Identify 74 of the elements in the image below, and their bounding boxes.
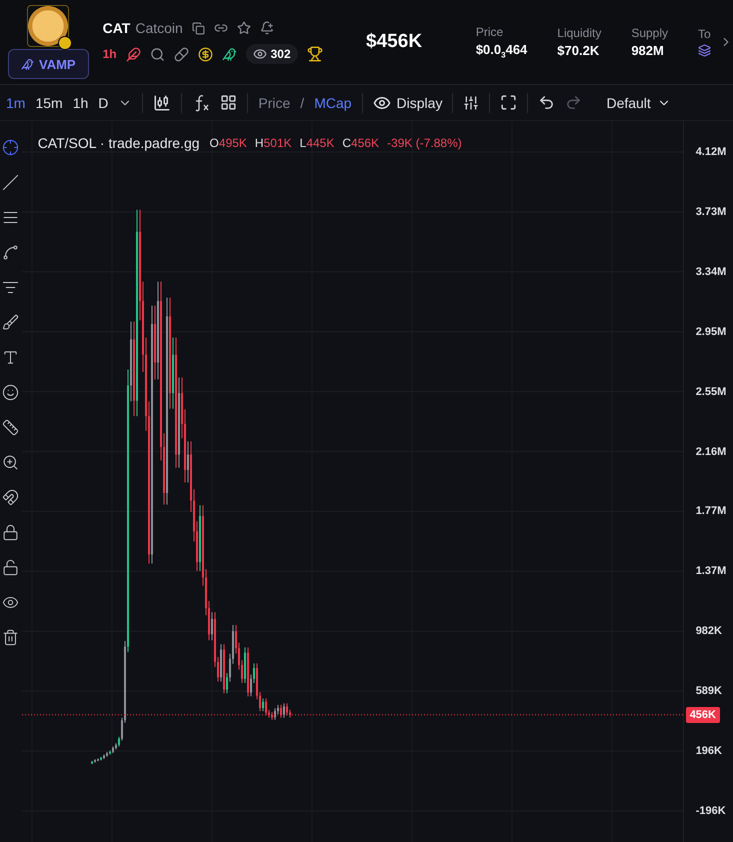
price-mcap-toggle[interactable]: / xyxy=(300,94,304,110)
interval-tab[interactable]: 1h xyxy=(72,94,88,110)
interval-tab[interactable]: 1m xyxy=(6,94,26,110)
chart-pair-title: CAT/SOL · trade.padre.gg xyxy=(38,135,200,151)
axis-label: 196K xyxy=(696,745,722,757)
interval-tab[interactable]: 15m xyxy=(35,94,63,110)
watchers-count: 302 xyxy=(246,44,298,64)
axis-label: 3.73M xyxy=(696,206,726,218)
axis-label: 589K xyxy=(696,685,722,698)
undo-icon[interactable] xyxy=(538,94,556,111)
stat-label: Price xyxy=(476,24,504,39)
last-price-tag: 456K xyxy=(686,706,720,723)
ohlc-value: H501K xyxy=(254,136,292,150)
lock-icon[interactable] xyxy=(2,524,20,541)
brush-icon[interactable] xyxy=(2,314,20,331)
feather-icon xyxy=(126,46,141,62)
ohlc-value: C456K xyxy=(342,136,380,150)
redo-icon[interactable] xyxy=(565,94,582,111)
unlock-icon[interactable] xyxy=(2,559,20,576)
badge-icon xyxy=(58,36,72,50)
display-button[interactable]: Display xyxy=(372,94,442,112)
layers-icon xyxy=(698,44,712,57)
line-icon[interactable] xyxy=(2,174,20,191)
layout-dropdown[interactable]: Default xyxy=(606,94,671,110)
copy-icon xyxy=(192,22,205,34)
axis-label: -196K xyxy=(696,804,726,817)
candles-icon[interactable] xyxy=(153,94,172,112)
axis-label: 2.55M xyxy=(696,386,726,398)
star-icon xyxy=(236,21,251,35)
price-mcap-toggle[interactable]: Price xyxy=(258,94,290,110)
token-age: 1h xyxy=(102,47,117,61)
price-mcap-toggle[interactable]: MCap xyxy=(314,94,352,110)
axis-label: 2.16M xyxy=(696,446,726,458)
crosshair-icon[interactable] xyxy=(2,139,20,156)
token-symbol: CAT xyxy=(102,20,130,36)
stat-label: Liquidity xyxy=(557,26,602,40)
bird-icon xyxy=(21,58,34,70)
search-icon xyxy=(150,46,165,62)
bird-icon xyxy=(222,46,237,62)
pill-icon xyxy=(174,46,189,62)
axis-label: 3.34M xyxy=(696,266,726,278)
coin-icon xyxy=(198,46,213,62)
stat-label: Supply xyxy=(631,26,668,40)
axis-label: 1.37M xyxy=(696,565,726,578)
stat-value: $0.0$_{3}$464 xyxy=(476,42,528,60)
bell-icon xyxy=(260,21,274,35)
magnet-icon[interactable] xyxy=(2,489,20,506)
fullscreen-icon[interactable] xyxy=(500,94,518,111)
stat-value: $70.2K xyxy=(557,43,600,58)
text-icon[interactable] xyxy=(2,349,20,366)
axis-label: 1.77M xyxy=(696,505,726,518)
sliders-icon[interactable] xyxy=(463,94,480,110)
zoom-icon[interactable] xyxy=(2,454,20,471)
eye-icon[interactable] xyxy=(2,594,20,611)
price-change: -39K (-7.88%) xyxy=(387,136,462,150)
trophy-icon xyxy=(306,46,323,62)
axis-label: 4.12M xyxy=(696,146,726,158)
smile-icon[interactable] xyxy=(2,384,20,401)
stat-label: To xyxy=(698,27,712,41)
grid-icon[interactable] xyxy=(220,94,238,111)
market-cap: $456K xyxy=(366,31,424,53)
ohlc-value: L445K xyxy=(300,136,334,150)
ohlc-value: O495K xyxy=(210,136,247,150)
interval-tab[interactable]: D xyxy=(98,94,108,110)
trash-icon[interactable] xyxy=(2,629,20,646)
levels-icon[interactable] xyxy=(2,279,20,296)
eye-icon xyxy=(252,47,267,61)
axis-label: 982K xyxy=(696,625,722,638)
lines-icon[interactable] xyxy=(2,209,20,226)
vamp-button[interactable]: VAMP xyxy=(8,49,89,79)
token-name: Catcoin xyxy=(135,20,183,36)
axis-label: 2.95M xyxy=(696,326,726,338)
stat-value: 982M xyxy=(631,43,665,58)
ruler-icon[interactable] xyxy=(2,419,20,436)
